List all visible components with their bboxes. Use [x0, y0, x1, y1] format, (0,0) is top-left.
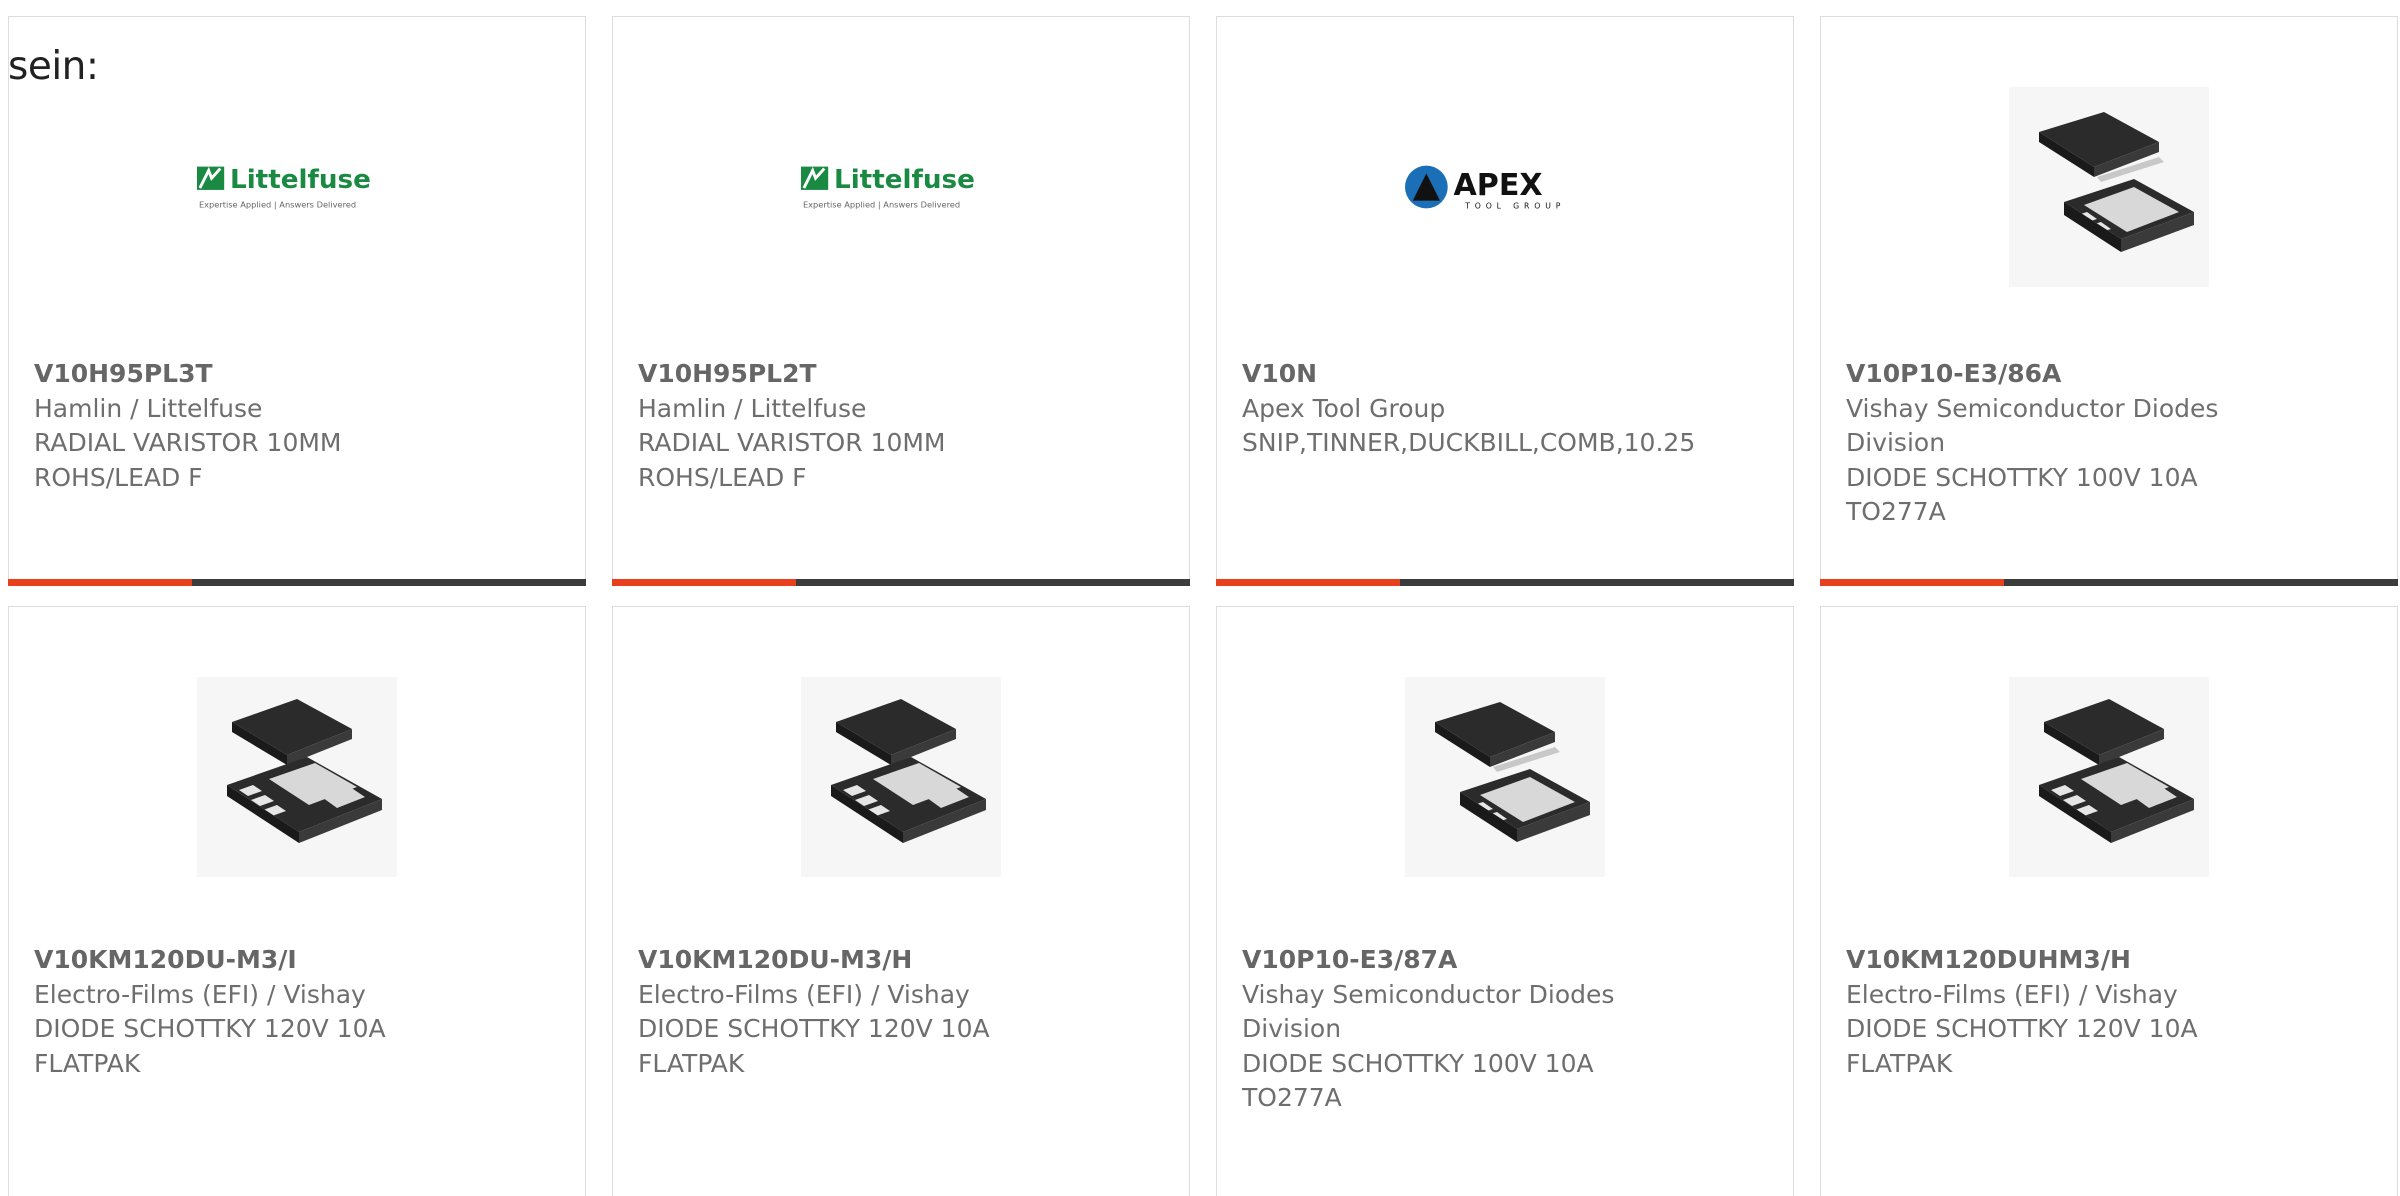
card-bottom-bar: [1216, 579, 1794, 586]
part-number[interactable]: V10KM120DU-M3/I: [34, 943, 565, 978]
manufacturer: Electro-Films (EFI) / Vishay: [1846, 979, 2178, 1009]
manufacturer: Vishay Semiconductor Diodes: [1242, 979, 1615, 1009]
product-info: V10N Apex Tool Group SNIP,TINNER,DUCKBIL…: [1242, 357, 1773, 461]
littelfuse-logo-tagline: Expertise Applied | Answers Delivered: [199, 199, 356, 209]
flatpak-package-image: [2009, 677, 2209, 877]
manufacturer: Hamlin / Littelfuse: [638, 393, 867, 423]
card-bottom-bar: [8, 579, 586, 586]
card-accent-bar: [1820, 579, 2004, 586]
littelfuse-logo: Littelfuse Expertise Applied | Answers D…: [197, 87, 397, 287]
description-line-2: FLATPAK: [34, 1048, 141, 1078]
littelfuse-logo-name: Littelfuse: [230, 165, 371, 195]
product-card[interactable]: Littelfuse Expertise Applied | Answers D…: [612, 16, 1190, 586]
description-line-1: DIODE SCHOTTKY 100V 10A: [1846, 462, 2198, 492]
product-card[interactable]: V10KM120DU-M3/H Electro-Films (EFI) / Vi…: [612, 606, 1190, 1196]
product-info: V10H95PL2T Hamlin / Littelfuse RADIAL VA…: [638, 357, 1169, 495]
flatpak-package-image: [801, 677, 1001, 877]
part-number[interactable]: V10KM120DU-M3/H: [638, 943, 1169, 978]
product-card[interactable]: V10KM120DU-M3/I Electro-Films (EFI) / Vi…: [8, 606, 586, 1196]
product-card[interactable]: V10P10-E3/86A Vishay Semiconductor Diode…: [1820, 16, 2398, 586]
manufacturer: Apex Tool Group: [1242, 393, 1446, 423]
product-info: V10P10-E3/86A Vishay Semiconductor Diode…: [1846, 357, 2377, 530]
part-number[interactable]: V10P10-E3/86A: [1846, 357, 2377, 392]
manufacturer: Electro-Films (EFI) / Vishay: [638, 979, 970, 1009]
card-accent-bar: [8, 579, 192, 586]
manufacturer-line-2: Division: [1242, 1014, 1342, 1043]
product-card[interactable]: Littelfuse Expertise Applied | Answers D…: [8, 16, 586, 586]
to277a-package-image: [2009, 87, 2209, 287]
card-accent-bar: [1216, 579, 1400, 586]
product-info: V10KM120DUHM3/H Electro-Films (EFI) / Vi…: [1846, 943, 2377, 1081]
apex-logo: APEX TOOL GROUP: [1405, 87, 1605, 287]
description-line-2: TO277A: [1846, 497, 1946, 526]
product-card[interactable]: APEX TOOL GROUP V10N Apex Tool Group SNI…: [1216, 16, 1794, 586]
littelfuse-logo-tagline: Expertise Applied | Answers Delivered: [803, 199, 960, 209]
description-line-1: SNIP,TINNER,DUCKBILL,COMB,10.25: [1242, 428, 1696, 457]
part-number[interactable]: V10N: [1242, 357, 1773, 392]
part-number[interactable]: V10H95PL3T: [34, 357, 565, 392]
product-info: V10KM120DU-M3/I Electro-Films (EFI) / Vi…: [34, 943, 565, 1081]
description-line-1: DIODE SCHOTTKY 100V 10A: [1242, 1048, 1594, 1078]
description-line-2: TO277A: [1242, 1083, 1342, 1112]
description-line-1: DIODE SCHOTTKY 120V 10A: [34, 1014, 386, 1043]
littelfuse-logo: Littelfuse Expertise Applied | Answers D…: [801, 87, 1001, 287]
description-line-2: FLATPAK: [638, 1048, 745, 1078]
product-info: V10P10-E3/87A Vishay Semiconductor Diode…: [1242, 943, 1773, 1116]
card-bottom-bar: [612, 579, 1190, 586]
description-line-2: FLATPAK: [1846, 1048, 1953, 1078]
manufacturer-line-2: Division: [1846, 428, 1946, 457]
product-info: V10KM120DU-M3/H Electro-Films (EFI) / Vi…: [638, 943, 1169, 1081]
part-number[interactable]: V10KM120DUHM3/H: [1846, 943, 2377, 978]
intro-text: sein:: [8, 44, 99, 89]
description-line-1: RADIAL VARISTOR 10MM: [34, 428, 342, 457]
part-number[interactable]: V10H95PL2T: [638, 357, 1169, 392]
to277a-package-image: [1405, 677, 1605, 877]
flatpak-package-image: [197, 677, 397, 877]
card-accent-bar: [612, 579, 796, 586]
manufacturer: Electro-Films (EFI) / Vishay: [34, 979, 366, 1009]
description-line-1: DIODE SCHOTTKY 120V 10A: [1846, 1014, 2198, 1043]
littelfuse-logo-name: Littelfuse: [834, 165, 975, 195]
product-info: V10H95PL3T Hamlin / Littelfuse RADIAL VA…: [34, 357, 565, 495]
description-line-1: DIODE SCHOTTKY 120V 10A: [638, 1014, 990, 1043]
product-card[interactable]: V10P10-E3/87A Vishay Semiconductor Diode…: [1216, 606, 1794, 1196]
part-number[interactable]: V10P10-E3/87A: [1242, 943, 1773, 978]
apex-logo-tagline: TOOL GROUP: [1464, 201, 1565, 210]
manufacturer: Hamlin / Littelfuse: [34, 393, 263, 423]
description-line-2: ROHS/LEAD F: [34, 462, 203, 492]
product-card[interactable]: V10KM120DUHM3/H Electro-Films (EFI) / Vi…: [1820, 606, 2398, 1196]
apex-logo-name: APEX: [1454, 168, 1543, 203]
card-bottom-bar: [1820, 579, 2398, 586]
description-line-1: RADIAL VARISTOR 10MM: [638, 428, 946, 457]
description-line-2: ROHS/LEAD F: [638, 462, 807, 492]
manufacturer: Vishay Semiconductor Diodes: [1846, 393, 2219, 423]
